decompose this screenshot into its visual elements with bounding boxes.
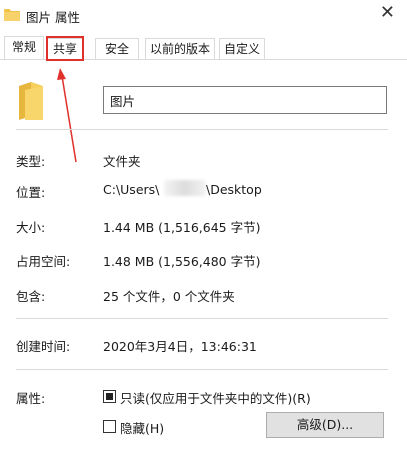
redacted-username [164, 180, 206, 196]
divider [16, 369, 388, 370]
divider [16, 129, 388, 130]
attributes-label: 属性: [16, 391, 46, 406]
hidden-checkbox-label[interactable]: 隐藏(H) [120, 418, 164, 437]
size-value: 1.44 MB (1,516,645 字节) [103, 220, 261, 235]
tab-security[interactable]: 安全 [95, 38, 139, 59]
title-bar: 图片 属性 ✕ [0, 0, 407, 30]
type-value: 文件夹 [103, 154, 141, 169]
created-label: 创建时间: [16, 339, 71, 354]
tab-divider [0, 59, 407, 60]
tab-sharing[interactable]: 共享 [46, 38, 84, 59]
tab-previous-versions[interactable]: 以前的版本 [145, 38, 215, 59]
created-value: 2020年3月4日，13:46:31 [103, 339, 257, 354]
tab-customize[interactable]: 自定义 [219, 38, 265, 59]
tab-general[interactable]: 常规 [4, 36, 44, 60]
type-label: 类型: [16, 154, 46, 169]
readonly-checkbox[interactable] [103, 390, 116, 403]
readonly-checkbox-label[interactable]: 只读(仅应用于文件夹中的文件)(R) [120, 388, 311, 407]
window-title: 图片 属性 [26, 10, 80, 25]
location-label: 位置: [16, 185, 46, 200]
advanced-button[interactable]: 高级(D)... [266, 412, 384, 438]
location-prefix: C:\Users\ [103, 182, 160, 197]
close-button[interactable]: ✕ [380, 2, 395, 24]
contains-label: 包含: [16, 289, 46, 304]
contains-value: 25 个文件，0 个文件夹 [103, 289, 235, 304]
size-label: 大小: [16, 220, 46, 235]
folder-name-input[interactable]: 图片 [103, 86, 387, 114]
disk-size-value: 1.48 MB (1,556,480 字节) [103, 254, 261, 269]
disk-size-label: 占用空间: [16, 254, 71, 269]
tab-bar: 常规 共享 安全 以前的版本 自定义 [0, 36, 407, 60]
folder-icon [4, 8, 20, 25]
divider [16, 318, 388, 319]
hidden-checkbox[interactable] [103, 420, 116, 433]
location-suffix: \Desktop [206, 182, 262, 197]
large-folder-icon [17, 82, 47, 123]
